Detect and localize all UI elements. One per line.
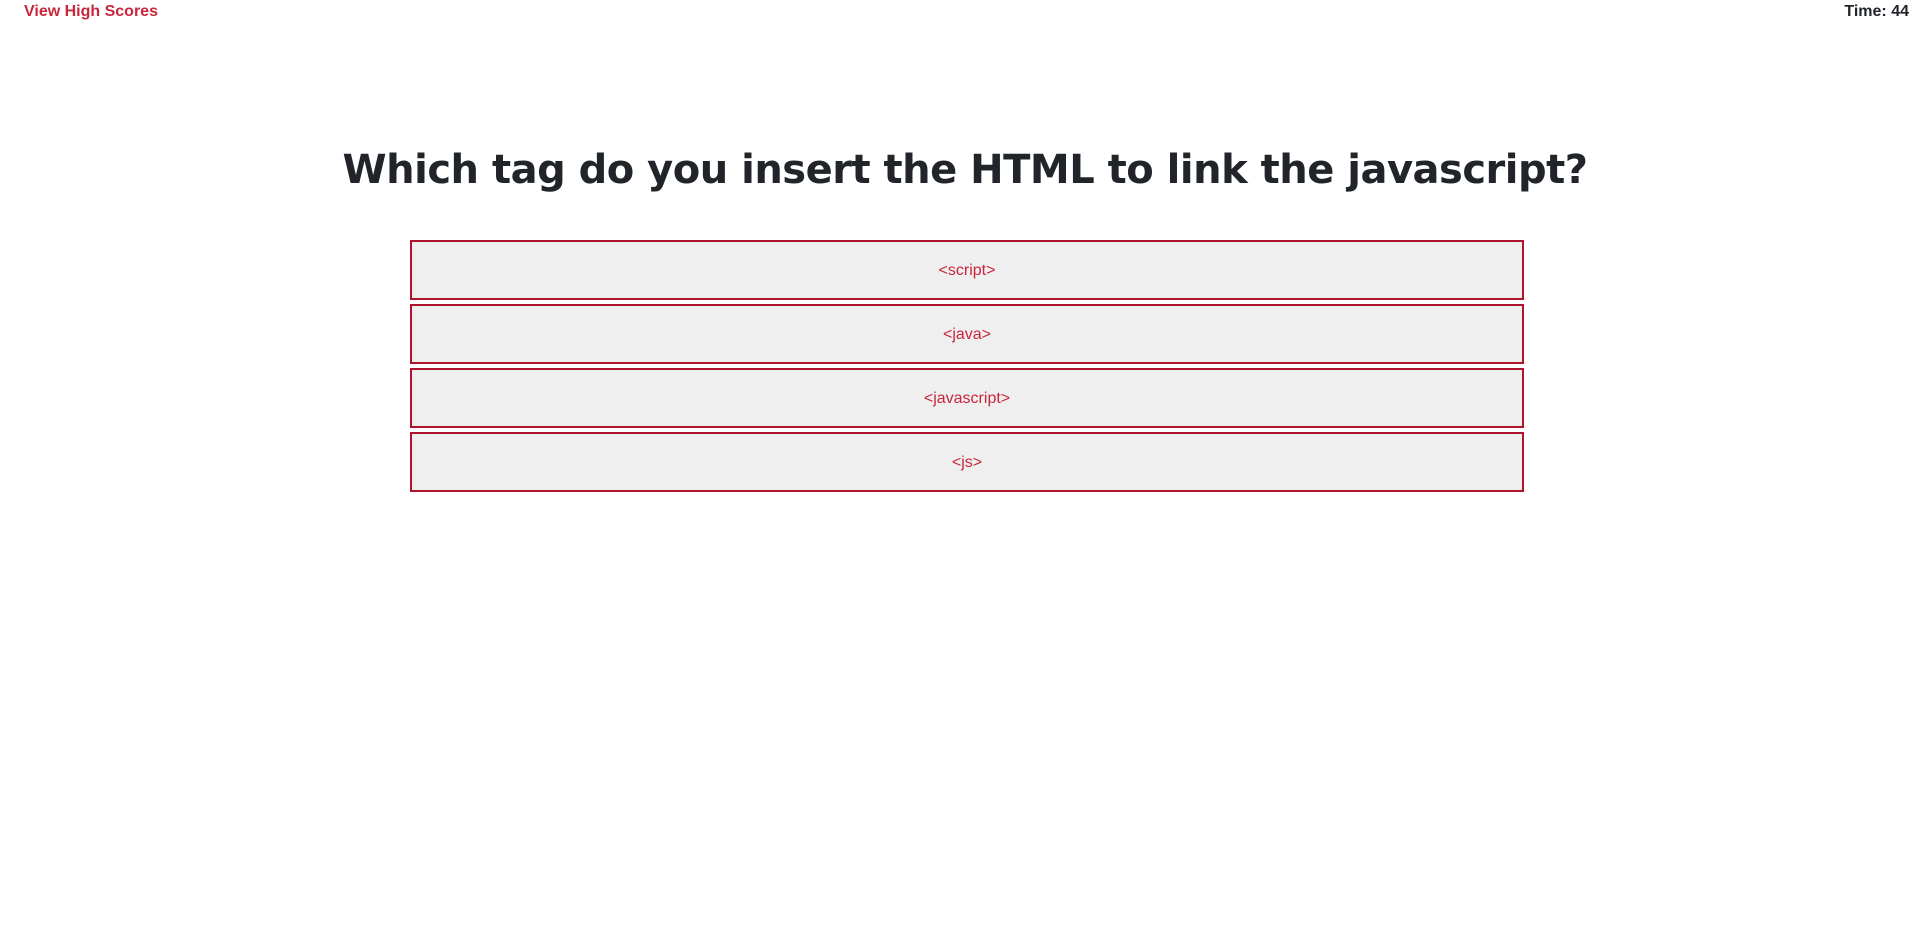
answer-button-2[interactable]: <java> xyxy=(410,304,1524,364)
view-high-scores-link[interactable]: View High Scores xyxy=(24,3,158,21)
answer-button-1[interactable]: <script> xyxy=(410,240,1524,300)
answer-list: <script> <java> <javascript> <js> xyxy=(410,240,1524,496)
top-bar: View High Scores Time: 44 xyxy=(0,0,1920,30)
timer-display: Time: 44 xyxy=(1844,3,1909,20)
answer-button-4[interactable]: <js> xyxy=(410,432,1524,492)
answer-button-3[interactable]: <javascript> xyxy=(410,368,1524,428)
question-heading: Which tag do you insert the HTML to link… xyxy=(342,147,1588,193)
